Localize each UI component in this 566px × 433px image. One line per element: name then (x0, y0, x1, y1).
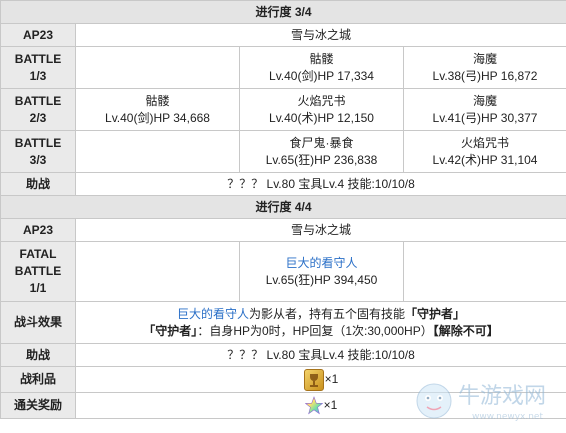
enemy-slot-empty (75, 241, 240, 302)
clear-reward-value: ×1 (74, 392, 566, 419)
enemy-name: 海魔 (473, 51, 498, 66)
enemy-cell: 食尸鬼·暴食 Lv.65(狂)HP 236,838 (239, 130, 404, 173)
enemy-name: 海魔 (473, 93, 498, 108)
enemy-cell: 骷髅 Lv.40(剑)HP 34,668 (75, 88, 240, 131)
drops-label: 战利品 (0, 366, 76, 393)
enemy-cell: 火焰咒书 Lv.42(术)HP 31,104 (402, 130, 566, 173)
boss-cell: 巨大的看守人 Lv.65(狂)HP 394,450 (239, 241, 404, 302)
clear-reward-label: 通关奖励 (0, 392, 76, 419)
battle-label: BATTLE 3/3 (0, 130, 76, 173)
support-label: 助战 (0, 343, 76, 367)
boss-name-link[interactable]: 巨大的看守人 (242, 255, 401, 272)
battle-effect-label: 战斗效果 (0, 301, 76, 344)
support-label: 助战 (0, 172, 76, 196)
enemy-stats: Lv.40(剑)HP 34,668 (105, 110, 210, 125)
ap-label: AP23 (0, 218, 76, 242)
gold-cup-icon[interactable] (303, 368, 324, 391)
support-value: ？？？ Lv.80 宝具Lv.4 技能:10/10/8 (74, 343, 566, 367)
boss-name-link[interactable]: 巨大的看守人 (177, 307, 249, 321)
location-name: 雪与冰之城 (74, 23, 566, 47)
enemy-cell: 火焰咒书 Lv.40(术)HP 12,150 (239, 88, 404, 131)
enemy-cell: 海魔 Lv.38(弓)HP 16,872 (402, 46, 566, 89)
enemy-stats: Lv.42(术)HP 31,104 (432, 152, 538, 167)
enemy-name: 火焰咒书 (297, 93, 346, 108)
enemy-stats: Lv.40(剑)HP 17,334 (269, 68, 374, 83)
enemy-cell: 骷髅 Lv.40(剑)HP 17,334 (239, 46, 404, 89)
fatal-battle-label: FATAL BATTLE 1/1 (0, 241, 76, 302)
enemy-name: 骷髅 (145, 93, 170, 108)
enemy-name: 食尸鬼·暴食 (289, 135, 354, 150)
enemy-name: 骷髅 (309, 51, 334, 66)
location-name: 雪与冰之城 (74, 218, 566, 242)
battle-label: BATTLE 1/3 (0, 46, 76, 89)
enemy-stats: Lv.38(弓)HP 16,872 (432, 68, 538, 83)
enemy-stats: Lv.65(狂)HP 236,838 (265, 152, 378, 167)
section-title: 进行度 3/4 (0, 0, 566, 24)
rainbow-star-icon[interactable] (304, 395, 323, 416)
enemy-slot-empty (402, 241, 566, 302)
boss-stats: Lv.65(狂)HP 394,450 (265, 272, 378, 287)
support-value: ？？？ Lv.80 宝具Lv.4 技能:10/10/8 (74, 172, 566, 196)
section-title: 进行度 4/4 (0, 195, 566, 219)
battle-label: BATTLE 2/3 (0, 88, 76, 131)
battle-effect-text: 巨大的看守人为影从者，持有五个固有技能「守护者」 「守护者」：自身HP为0时，H… (74, 301, 566, 344)
drops-value: ×1 (74, 366, 566, 393)
quest-table: 进行度 3/4 AP23 雪与冰之城 BATTLE 1/3 骷髅 Lv.40(剑… (0, 0, 566, 419)
enemy-stats: Lv.41(弓)HP 30,377 (432, 110, 538, 125)
enemy-slot-empty (75, 130, 240, 173)
enemy-name: 火焰咒书 (461, 135, 510, 150)
ap-label: AP23 (0, 23, 76, 47)
enemy-cell: 海魔 Lv.41(弓)HP 30,377 (402, 88, 566, 131)
enemy-stats: Lv.40(术)HP 12,150 (269, 110, 374, 125)
enemy-slot-empty (75, 46, 240, 89)
